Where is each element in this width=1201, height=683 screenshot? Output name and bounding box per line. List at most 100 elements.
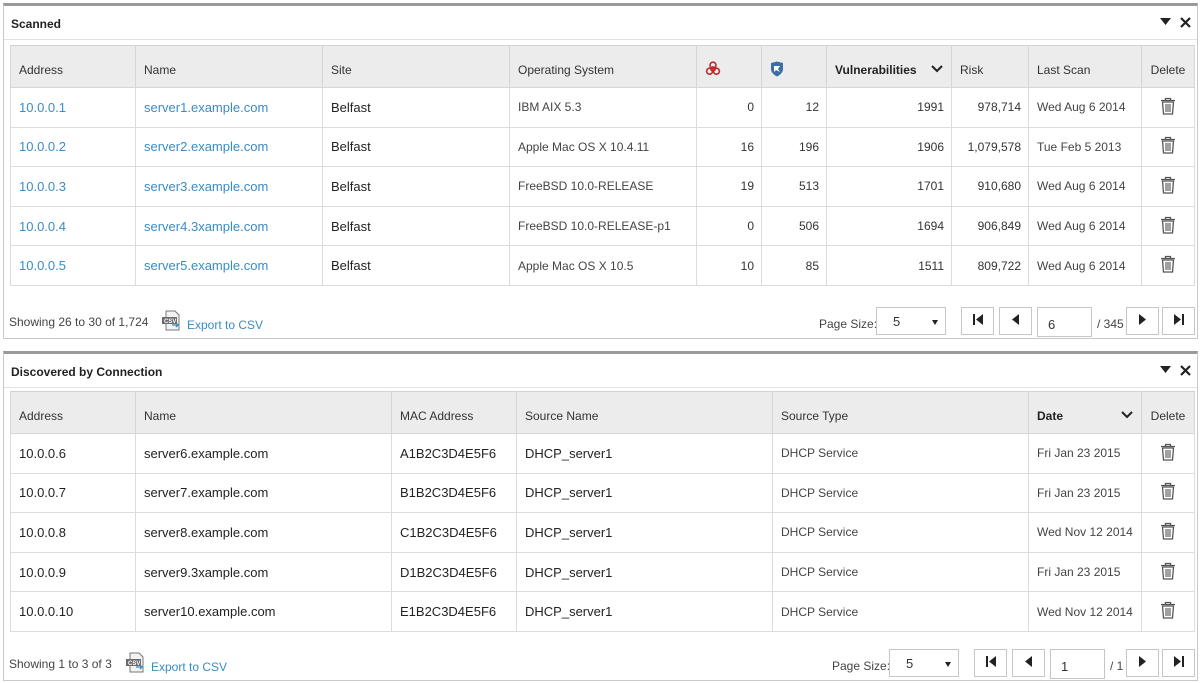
exploit-count-cell: 196 <box>761 126 827 168</box>
delete-cell <box>1141 512 1195 553</box>
trash-icon[interactable] <box>1160 97 1176 118</box>
prev-page-button[interactable] <box>1012 649 1045 677</box>
export-csv-link[interactable]: CSV Export to CSV <box>125 652 227 677</box>
close-icon[interactable] <box>1179 15 1191 29</box>
trash-icon[interactable] <box>1160 522 1176 543</box>
mac-cell: D1B2C3D4E5F6 <box>391 551 517 593</box>
name-link[interactable]: server5.example.com <box>135 245 323 286</box>
address-link[interactable]: 10.0.0.4 <box>10 205 136 247</box>
column-header-date[interactable]: Date <box>1028 391 1142 434</box>
name-link[interactable]: server1.example.com <box>135 87 323 128</box>
name-link[interactable]: server4.3xample.com <box>135 205 323 247</box>
column-header-last-scan[interactable]: Last Scan <box>1028 45 1142 88</box>
exploit-count-cell: 506 <box>761 205 827 247</box>
collapse-triangle-icon[interactable] <box>1159 363 1171 377</box>
panel-controls <box>1159 363 1191 377</box>
trash-icon[interactable] <box>1160 562 1176 583</box>
trash-icon[interactable] <box>1160 601 1176 622</box>
trash-icon[interactable] <box>1160 136 1176 157</box>
column-header-site[interactable]: Site <box>322 45 510 88</box>
table-header-row: Address Name MAC Address Source Name Sou… <box>10 391 1195 434</box>
address-link[interactable]: 10.0.0.2 <box>10 126 136 168</box>
export-csv-link[interactable]: CSV Export to CSV <box>161 310 263 335</box>
total-pages: / 345 <box>1097 317 1124 331</box>
address-link[interactable]: 10.0.0.5 <box>10 245 136 286</box>
risk-cell: 1,079,578 <box>951 126 1029 168</box>
csv-file-icon: CSV <box>125 652 147 677</box>
trash-icon[interactable] <box>1160 482 1176 503</box>
sort-descending-icon <box>1121 409 1133 419</box>
last-scan-cell: Wed Aug 6 2014 <box>1028 166 1142 207</box>
table-row: 10.0.0.8 server8.example.com C1B2C3D4E5F6 D… <box>10 512 1195 553</box>
risk-cell: 910,680 <box>951 166 1029 207</box>
prev-page-button[interactable] <box>999 307 1032 335</box>
address-cell: 10.0.0.9 <box>10 551 136 593</box>
column-header-exploits[interactable] <box>761 45 827 88</box>
source-name-cell: DHCP_server1 <box>516 512 773 553</box>
address-link[interactable]: 10.0.0.3 <box>10 166 136 207</box>
svg-text:CSV: CSV <box>164 319 176 325</box>
discovered-panel-header: Discovered by Connection <box>4 354 1197 388</box>
page-number-input[interactable] <box>1050 649 1105 679</box>
page-size-label: Page Size: <box>819 317 878 331</box>
name-cell: server10.example.com <box>135 591 392 632</box>
os-cell: IBM AIX 5.3 <box>509 87 697 128</box>
last-page-button[interactable] <box>1162 307 1195 335</box>
collapse-triangle-icon[interactable] <box>1159 15 1171 29</box>
column-header-name[interactable]: Name <box>135 45 323 88</box>
column-header-delete: Delete <box>1141 45 1195 88</box>
scanned-table: Address Name Site Operating System Vulne… <box>10 45 1195 286</box>
table-row: 10.0.0.5 server5.example.com Belfast Apple … <box>10 245 1195 286</box>
mac-cell: A1B2C3D4E5F6 <box>391 433 517 474</box>
name-link[interactable]: server2.example.com <box>135 126 323 168</box>
column-header-address[interactable]: Address <box>10 45 136 88</box>
last-scan-cell: Wed Aug 6 2014 <box>1028 245 1142 286</box>
trash-icon[interactable] <box>1160 176 1176 197</box>
address-cell: 10.0.0.10 <box>10 591 136 632</box>
svg-text:CSV: CSV <box>128 661 140 667</box>
total-pages: / 1 <box>1110 659 1124 673</box>
last-scan-cell: Tue Feb 5 2013 <box>1028 126 1142 168</box>
next-page-button[interactable] <box>1126 307 1159 335</box>
name-cell: server7.example.com <box>135 472 392 514</box>
date-cell: Fri Jan 23 2015 <box>1028 472 1142 514</box>
first-page-button[interactable] <box>974 649 1007 677</box>
close-icon[interactable] <box>1179 363 1191 377</box>
table-row: 10.0.0.2 server2.example.com Belfast Apple … <box>10 126 1195 168</box>
dropdown-caret-icon <box>945 662 951 667</box>
page-size-select[interactable]: 5 <box>876 307 946 335</box>
os-cell: FreeBSD 10.0-RELEASE <box>509 166 697 207</box>
trash-icon[interactable] <box>1160 216 1176 237</box>
source-name-cell: DHCP_server1 <box>516 591 773 632</box>
os-cell: Apple Mac OS X 10.5 <box>509 245 697 286</box>
next-page-button[interactable] <box>1126 649 1159 677</box>
os-cell: FreeBSD 10.0-RELEASE-p1 <box>509 205 697 247</box>
column-header-source-name[interactable]: Source Name <box>516 391 773 434</box>
exploit-shield-icon <box>770 61 784 80</box>
name-link[interactable]: server3.example.com <box>135 166 323 207</box>
page-size-select[interactable]: 5 <box>889 649 959 677</box>
column-header-os[interactable]: Operating System <box>509 45 697 88</box>
last-page-button[interactable] <box>1162 649 1195 677</box>
delete-cell <box>1141 166 1195 207</box>
column-header-malware[interactable] <box>696 45 762 88</box>
exploit-count-cell: 85 <box>761 245 827 286</box>
scanned-panel-header: Scanned <box>4 6 1197 40</box>
vulnerabilities-cell: 1701 <box>826 166 952 207</box>
column-header-address[interactable]: Address <box>10 391 136 434</box>
column-header-delete: Delete <box>1141 391 1195 434</box>
os-cell: Apple Mac OS X 10.4.11 <box>509 126 697 168</box>
column-header-vulnerabilities[interactable]: Vulnerabilities <box>826 45 952 88</box>
column-header-source-type[interactable]: Source Type <box>772 391 1029 434</box>
column-header-name[interactable]: Name <box>135 391 392 434</box>
page-number-input[interactable] <box>1037 307 1092 337</box>
name-cell: server8.example.com <box>135 512 392 553</box>
delete-cell <box>1141 245 1195 286</box>
column-header-mac[interactable]: MAC Address <box>391 391 517 434</box>
address-link[interactable]: 10.0.0.1 <box>10 87 136 128</box>
column-header-risk[interactable]: Risk <box>951 45 1029 88</box>
trash-icon[interactable] <box>1160 443 1176 464</box>
last-page-icon <box>1173 314 1185 328</box>
trash-icon[interactable] <box>1160 255 1176 276</box>
first-page-button[interactable] <box>961 307 994 335</box>
